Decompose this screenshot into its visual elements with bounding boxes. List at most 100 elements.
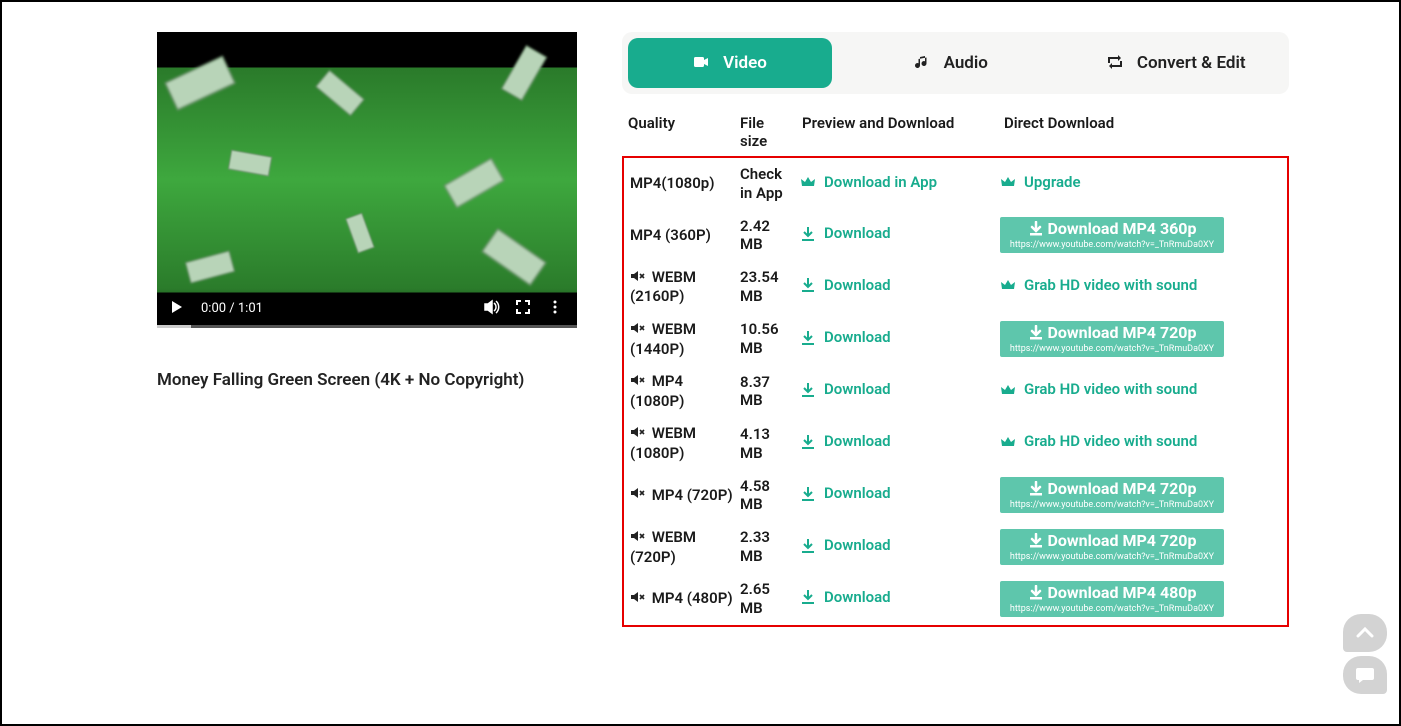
video-thumbnail <box>157 32 577 328</box>
download-icon <box>800 226 816 242</box>
download-button[interactable]: Download MP4 720phttps://www.youtube.com… <box>1000 477 1224 513</box>
tab-video[interactable]: Video <box>628 38 832 88</box>
cell-size: 4.58 MB <box>740 477 800 515</box>
table-row: WEBM (1440P)10.56 MBDownload Download MP4… <box>624 313 1287 365</box>
cell-size: 23.54 MB <box>740 268 800 306</box>
cell-preview: Download <box>800 276 1000 298</box>
cell-preview: Download <box>800 536 1000 558</box>
cell-preview: Download <box>800 380 1000 402</box>
cell-quality: WEBM (1080P) <box>630 424 740 462</box>
table-row: MP4 (360P)2.42 MBDownloadDownload MP4 36… <box>624 210 1287 262</box>
grab-hd-link[interactable]: Grab HD video with sound <box>1000 276 1197 295</box>
cell-quality: WEBM (720P) <box>630 528 740 566</box>
video-title: Money Falling Green Screen (4K + No Copy… <box>157 370 577 390</box>
muted-icon <box>630 486 646 505</box>
cell-size: 4.13 MB <box>740 425 800 463</box>
download-icon <box>1028 533 1044 549</box>
download-link[interactable]: Download <box>800 380 891 399</box>
muted-icon <box>630 269 646 288</box>
cell-direct: Grab HD video with sound <box>1000 276 1281 298</box>
download-link[interactable]: Download <box>800 536 891 555</box>
download-icon <box>800 486 816 502</box>
muted-icon <box>630 321 646 340</box>
cell-size: 2.42 MB <box>740 217 800 255</box>
tab-audio[interactable]: Audio <box>838 32 1064 94</box>
cell-direct: Upgrade <box>1000 173 1281 195</box>
download-icon <box>800 277 816 293</box>
convert-icon <box>1107 54 1127 72</box>
cell-quality: MP4 (1080P) <box>630 372 740 410</box>
play-icon[interactable] <box>169 299 187 317</box>
cell-direct: Download MP4 720phttps://www.youtube.com… <box>1000 321 1281 357</box>
grab-hd-link[interactable]: Grab HD video with sound <box>1000 432 1197 451</box>
cell-quality: WEBM (2160P) <box>630 268 740 306</box>
cell-preview: Download <box>800 328 1000 350</box>
scroll-top-button[interactable] <box>1343 614 1387 652</box>
header-direct: Direct Download <box>1004 114 1283 150</box>
cell-size: 10.56 MB <box>740 320 800 358</box>
cell-direct: Download MP4 360phttps://www.youtube.com… <box>1000 217 1281 253</box>
tab-convert[interactable]: Convert & Edit <box>1064 32 1290 94</box>
music-icon <box>914 54 934 72</box>
download-link[interactable]: Download <box>800 588 891 607</box>
cell-size: Check in App <box>740 165 800 203</box>
cell-direct: Download MP4 720phttps://www.youtube.com… <box>1000 529 1281 565</box>
download-button[interactable]: Download MP4 720phttps://www.youtube.com… <box>1000 529 1224 565</box>
crown-icon <box>1000 277 1016 293</box>
download-in-app-link[interactable]: Download in App <box>800 173 937 192</box>
cell-size: 2.65 MB <box>740 580 800 618</box>
crown-icon <box>1000 434 1016 450</box>
cell-preview: Download <box>800 224 1000 246</box>
header-quality: Quality <box>628 114 740 150</box>
grab-hd-link[interactable]: Grab HD video with sound <box>1000 380 1197 399</box>
muted-icon <box>630 590 646 609</box>
table-row: MP4 (1080P)8.37 MBDownloadGrab HD video … <box>624 365 1287 417</box>
download-table: MP4(1080p)Check in AppDownload in AppUpg… <box>622 156 1289 627</box>
cell-direct: Grab HD video with sound <box>1000 380 1281 402</box>
table-row: WEBM (720P)2.33 MBDownload Download MP4 7… <box>624 521 1287 573</box>
table-row: MP4 (480P)2.65 MBDownload Download MP4 48… <box>624 573 1287 625</box>
table-row: MP4(1080p)Check in AppDownload in AppUpg… <box>624 158 1287 210</box>
cell-direct: Grab HD video with sound <box>1000 432 1281 454</box>
download-link[interactable]: Download <box>800 276 891 295</box>
cell-preview: Download in App <box>800 173 1000 195</box>
fullscreen-icon[interactable] <box>515 299 533 317</box>
download-icon <box>1028 585 1044 601</box>
video-progress[interactable] <box>157 325 577 328</box>
upgrade-link[interactable]: Upgrade <box>1000 173 1081 192</box>
chevron-up-icon <box>1354 622 1376 644</box>
cell-preview: Download <box>800 432 1000 454</box>
cell-quality: WEBM (1440P) <box>630 320 740 358</box>
cell-preview: Download <box>800 588 1000 610</box>
tab-bar: Video Audio Convert & Edit <box>622 32 1289 94</box>
crown-icon <box>1000 174 1016 190</box>
video-time: 0:00 / 1:01 <box>201 301 469 316</box>
more-icon[interactable] <box>547 299 565 317</box>
table-row: MP4 (720P)4.58 MBDownloadDownload MP4 72… <box>624 470 1287 522</box>
chat-button[interactable] <box>1343 656 1387 694</box>
download-icon <box>800 589 816 605</box>
chat-icon <box>1354 664 1376 686</box>
header-preview: Preview and Download <box>802 114 1004 150</box>
download-link[interactable]: Download <box>800 432 891 451</box>
cell-direct: Download MP4 480phttps://www.youtube.com… <box>1000 581 1281 617</box>
table-row: WEBM (2160P)23.54 MBDownload Grab HD vide… <box>624 261 1287 313</box>
download-icon <box>1028 221 1044 237</box>
download-button[interactable]: Download MP4 360phttps://www.youtube.com… <box>1000 217 1224 253</box>
download-icon <box>1028 325 1044 341</box>
cell-size: 2.33 MB <box>740 528 800 566</box>
download-button[interactable]: Download MP4 720phttps://www.youtube.com… <box>1000 321 1224 357</box>
download-icon <box>800 382 816 398</box>
download-link[interactable]: Download <box>800 224 891 243</box>
muted-icon <box>630 373 646 392</box>
cell-direct: Download MP4 720phttps://www.youtube.com… <box>1000 477 1281 513</box>
cell-quality: MP4 (480P) <box>630 589 740 608</box>
muted-icon <box>630 425 646 444</box>
table-header: Quality File size Preview and Download D… <box>622 94 1289 156</box>
download-link[interactable]: Download <box>800 328 891 347</box>
volume-icon[interactable] <box>483 299 501 317</box>
download-icon <box>800 538 816 554</box>
download-button[interactable]: Download MP4 480phttps://www.youtube.com… <box>1000 581 1224 617</box>
video-player[interactable]: 0:00 / 1:01 <box>157 32 577 328</box>
download-link[interactable]: Download <box>800 484 891 503</box>
